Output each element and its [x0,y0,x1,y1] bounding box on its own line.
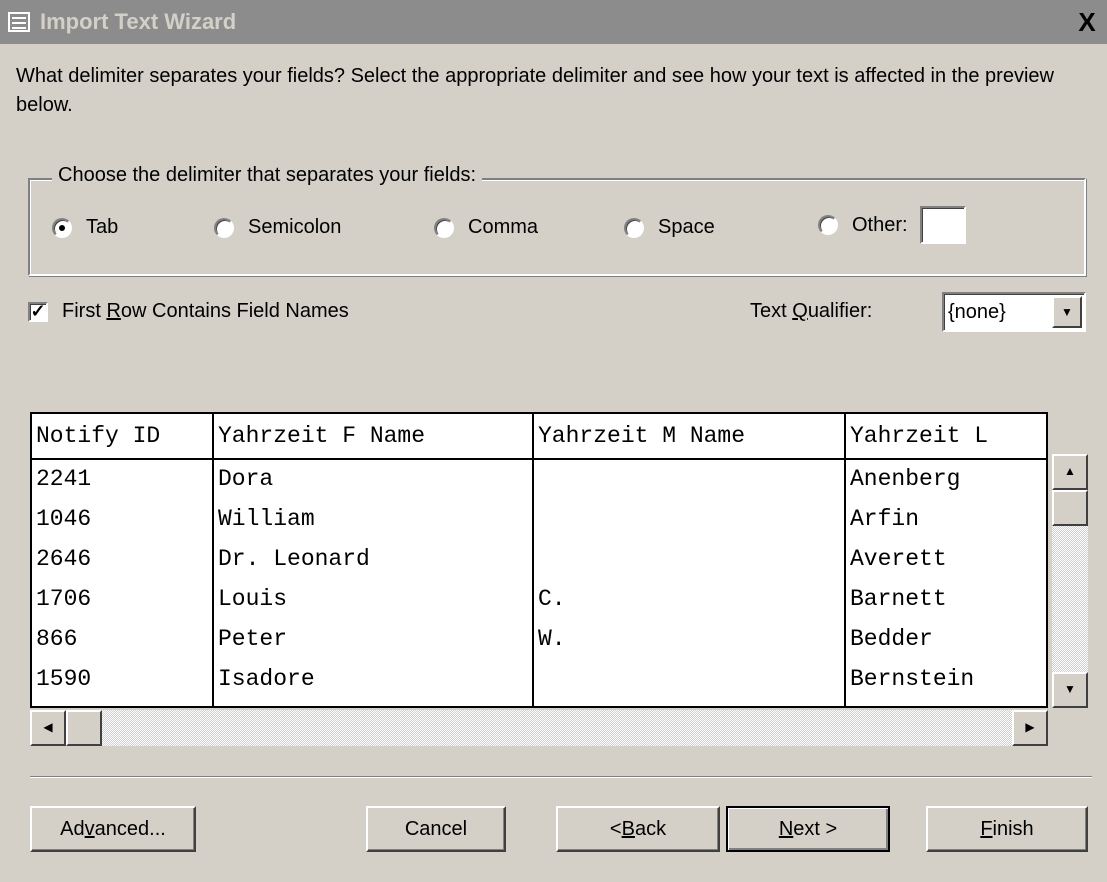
table-cell: Barnett [850,586,947,612]
vertical-scroll-thumb[interactable] [1052,490,1088,526]
table-cell: Averett [850,546,947,572]
radio-space-circle[interactable] [624,217,644,238]
radio-comma-label: Comma [468,216,539,238]
table-cell: Bernstein [846,700,1046,706]
table-cell: Arfin [850,506,920,532]
radio-comma-circle[interactable] [434,217,454,238]
next-button[interactable]: Next > [726,806,890,852]
table-cell: William [214,500,534,540]
radio-tab[interactable]: Tab [52,216,118,239]
table-cell [534,540,846,580]
table-row: 2241 Dora Anenberg [32,460,1046,500]
window-title: Import Text Wizard [40,9,237,34]
vertical-scrollbar[interactable]: ▲ ▼ [1052,454,1088,708]
table-cell [534,500,846,540]
column-header: Yahrzeit L [850,423,989,449]
finish-button[interactable]: Finish [926,806,1088,852]
column-header: Yahrzeit F Name [214,414,534,458]
table-cell: Anenberg [850,466,961,492]
column-header: Yahrzeit M Name [534,414,846,458]
table-cell: 1046 [32,500,214,540]
title-bar: Import Text Wizard X [0,0,1107,44]
radio-semicolon[interactable]: Semicolon [214,216,341,239]
first-row-label: First Row Contains Field Names [62,300,349,322]
radio-tab-label: Tab [86,216,119,238]
other-delimiter-input[interactable] [919,206,966,244]
first-row-checkbox[interactable]: ✓ [28,301,48,322]
table-cell: Dr. Leonard [214,540,534,580]
wizard-icon [8,12,30,32]
question-text: What delimiter separates your fields? Se… [16,65,1054,116]
radio-other-circle[interactable] [818,215,838,235]
radio-other-label: Other: [852,213,908,236]
scroll-right-icon[interactable]: ▶ [1012,710,1048,746]
table-cell: 866 [32,620,214,660]
horizontal-scroll-thumb[interactable] [66,710,102,746]
horizontal-scrollbar[interactable]: ◀ ▶ [30,710,1048,746]
table-cell: Dora [214,460,534,500]
table-cell [534,700,846,706]
scroll-up-icon[interactable]: ▲ [1052,454,1088,490]
back-button[interactable]: < Back [556,806,720,852]
button-separator [30,776,1092,778]
scroll-down-icon[interactable]: ▼ [1052,672,1088,708]
table-cell: Bernstein [850,666,975,692]
text-qualifier-label: Text Qualifier: [750,300,873,322]
advanced-button[interactable]: Ad v anced... [30,806,196,852]
delimiter-group: Choose the delimiter that separates your… [28,164,1086,276]
table-cell: 1706 [32,580,214,620]
table-row: 1593 William Bernstein [32,700,1046,706]
table-row: 2646 Dr. Leonard Averett [32,540,1046,580]
delimiter-group-label: Choose the delimiter that separates your… [52,164,482,187]
radio-semicolon-label: Semicolon [248,216,342,238]
table-cell: Isadore [214,660,534,700]
table-cell: 1590 [32,660,214,700]
table-row: 1590 Isadore Bernstein [32,660,1046,700]
radio-comma[interactable]: Comma [434,216,538,239]
radio-space-label: Space [658,216,715,238]
table-cell: C. [534,580,846,620]
radio-semicolon-circle[interactable] [214,217,234,238]
cancel-button[interactable]: Cancel [366,806,506,852]
table-cell: Bedder [850,626,933,652]
radio-tab-circle[interactable] [52,217,72,238]
table-row: 866 Peter W. Bedder [32,620,1046,660]
radio-other[interactable]: Other: [818,206,966,244]
table-cell: 2241 [32,460,214,500]
table-cell: William [214,700,534,706]
text-qualifier-select[interactable]: {none} ▼ [942,292,1086,332]
table-cell [534,660,846,700]
radio-space[interactable]: Space [624,216,715,239]
table-cell: Peter [214,620,534,660]
scroll-left-icon[interactable]: ◀ [30,710,66,746]
column-header: Notify ID [32,414,214,458]
first-row-field-names[interactable]: ✓ First Row Contains Field Names [28,300,349,323]
table-cell [534,460,846,500]
close-button[interactable]: X [1071,6,1103,38]
table-cell: Louis [214,580,534,620]
table-row: 1706 Louis C. Barnett [32,580,1046,620]
preview-header: Notify ID Yahrzeit F Name Yahrzeit M Nam… [32,414,1046,460]
table-cell: 2646 [32,540,214,580]
text-qualifier-value: {none} [948,300,1006,323]
table-cell: 1593 [32,700,214,706]
table-cell: W. [534,620,846,660]
table-row: 1046 William Arfin [32,500,1046,540]
dropdown-arrow-icon[interactable]: ▼ [1052,296,1082,328]
preview-grid[interactable]: Notify ID Yahrzeit F Name Yahrzeit M Nam… [30,412,1048,708]
